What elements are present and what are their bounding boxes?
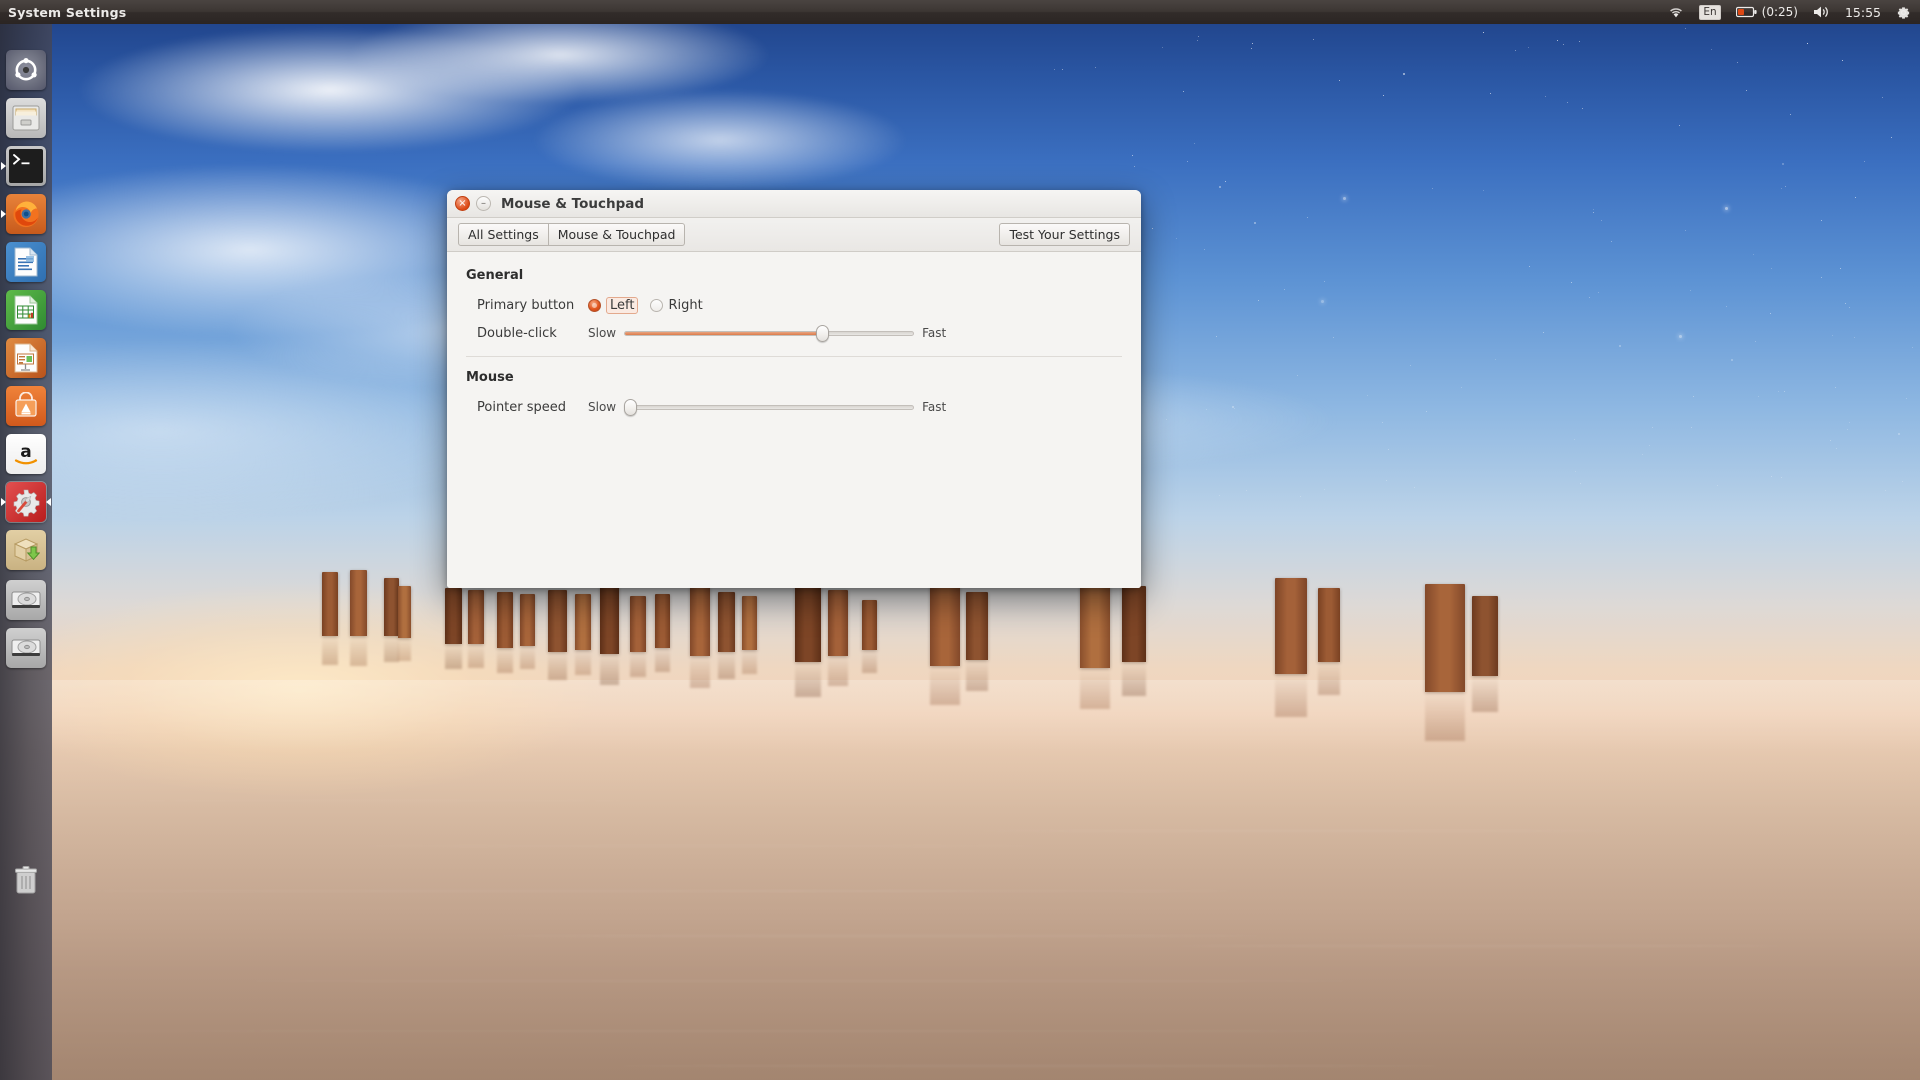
window-titlebar[interactable]: × – Mouse & Touchpad: [447, 190, 1141, 218]
radio-right-indicator[interactable]: [650, 299, 663, 312]
window-title: Mouse & Touchpad: [501, 196, 644, 212]
launcher-focused-pip: [46, 498, 51, 506]
launcher-item-software-updater[interactable]: [6, 530, 46, 570]
pointer-speed-track[interactable]: [624, 405, 914, 410]
double-click-handle[interactable]: [816, 325, 829, 342]
section-title-mouse: Mouse: [447, 370, 1141, 385]
launcher-item-ubuntu-dash[interactable]: [6, 50, 46, 90]
primary-button-label: Primary button: [466, 298, 588, 313]
row-pointer-speed: Pointer speed Slow Fast: [447, 394, 1141, 420]
all-settings-button[interactable]: All Settings: [458, 223, 549, 246]
double-click-max-label: Fast: [922, 326, 946, 340]
launcher-item-disk-volume-1[interactable]: [6, 580, 46, 620]
panel-app-name[interactable]: System Settings: [8, 5, 126, 20]
launcher-running-pip: [1, 498, 6, 506]
wallpaper-sand: [0, 680, 1920, 1080]
test-your-settings-button[interactable]: Test Your Settings: [999, 223, 1130, 246]
svg-text:a: a: [20, 442, 31, 462]
launcher-running-pip: [1, 162, 6, 170]
double-click-track[interactable]: [624, 331, 914, 336]
pointer-speed-min-label: Slow: [588, 400, 616, 414]
double-click-slider[interactable]: Slow Fast: [588, 326, 946, 340]
unity-launcher: a: [0, 24, 52, 1080]
radio-left-label: Left: [606, 297, 638, 314]
top-panel: System Settings En (0:25) 15:55: [0, 0, 1920, 24]
pointer-speed-slider[interactable]: Slow Fast: [588, 400, 946, 414]
mouse-touchpad-window: × – Mouse & Touchpad All Settings Mouse …: [447, 190, 1141, 588]
clock-indicator[interactable]: 15:55: [1842, 0, 1884, 24]
close-glyph: ×: [458, 199, 466, 209]
launcher-item-firefox[interactable]: [6, 194, 46, 234]
radio-option-right[interactable]: Right: [650, 298, 702, 313]
keyboard-layout-indicator[interactable]: En: [1696, 0, 1723, 24]
window-toolbar: All Settings Mouse & Touchpad Test Your …: [447, 218, 1141, 252]
close-icon[interactable]: ×: [455, 196, 470, 211]
wifi-icon[interactable]: [1665, 0, 1687, 24]
section-divider: [466, 356, 1122, 357]
double-click-min-label: Slow: [588, 326, 616, 340]
double-click-fill: [625, 332, 822, 335]
launcher-item-amazon[interactable]: a: [6, 434, 46, 474]
section-title-general: General: [447, 268, 1141, 283]
primary-button-radio-group: Left Right: [588, 297, 715, 314]
launcher-item-libreoffice-writer[interactable]: [6, 242, 46, 282]
radio-right-label: Right: [668, 298, 702, 313]
keyboard-layout-label: En: [1699, 5, 1720, 20]
launcher-running-pip: [1, 210, 6, 218]
battery-time-label: (0:25): [1762, 5, 1798, 19]
launcher-item-terminal[interactable]: [6, 146, 46, 186]
row-double-click: Double-click Slow Fast: [447, 320, 1141, 346]
row-primary-button: Primary button Left Right: [447, 292, 1141, 318]
launcher-item-software-center[interactable]: [6, 386, 46, 426]
pointer-speed-max-label: Fast: [922, 400, 946, 414]
radio-left-indicator[interactable]: [588, 299, 601, 312]
current-panel-button[interactable]: Mouse & Touchpad: [549, 223, 686, 246]
minimize-icon[interactable]: –: [476, 196, 491, 211]
settings-content: General Primary button Left Right Double…: [447, 252, 1141, 588]
launcher-item-trash[interactable]: [6, 860, 46, 900]
launcher-item-disk-volume-2[interactable]: [6, 628, 46, 668]
minimize-glyph: –: [481, 199, 486, 209]
launcher-item-files[interactable]: [6, 98, 46, 138]
panel-indicator-area: En (0:25) 15:55: [1665, 0, 1920, 24]
pointer-speed-handle[interactable]: [624, 399, 637, 416]
radio-option-left[interactable]: Left: [588, 297, 638, 314]
volume-icon[interactable]: [1810, 0, 1833, 24]
gear-icon[interactable]: [1893, 0, 1914, 24]
launcher-item-system-settings[interactable]: [6, 482, 46, 522]
launcher-item-libreoffice-calc[interactable]: [6, 290, 46, 330]
pointer-speed-label: Pointer speed: [466, 400, 588, 415]
double-click-label: Double-click: [466, 326, 588, 341]
clock-label: 15:55: [1845, 5, 1881, 20]
launcher-item-libreoffice-impress[interactable]: [6, 338, 46, 378]
battery-icon[interactable]: (0:25): [1733, 0, 1801, 24]
